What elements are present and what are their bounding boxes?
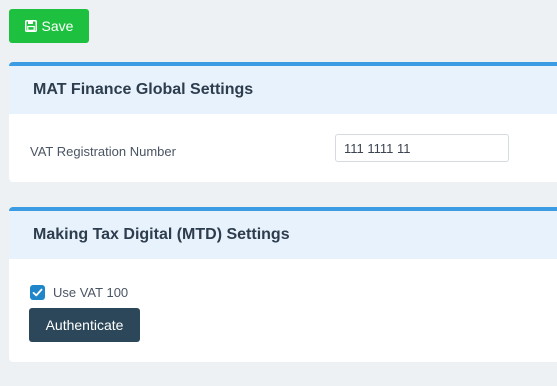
use-vat100-label: Use VAT 100 bbox=[53, 285, 129, 300]
vat-registration-input[interactable] bbox=[335, 134, 509, 162]
save-button-label: Save bbox=[41, 18, 74, 34]
checkmark-icon bbox=[32, 288, 43, 297]
use-vat100-checkbox[interactable] bbox=[30, 285, 45, 300]
mtd-settings-panel: Making Tax Digital (MTD) Settings Use VA… bbox=[9, 207, 557, 362]
global-settings-panel: MAT Finance Global Settings VAT Registra… bbox=[9, 62, 557, 182]
global-settings-header: MAT Finance Global Settings bbox=[9, 66, 557, 114]
use-vat100-row[interactable]: Use VAT 100 bbox=[30, 285, 128, 300]
vat-registration-label: VAT Registration Number bbox=[30, 144, 176, 159]
floppy-disk-icon bbox=[24, 20, 37, 32]
save-button[interactable]: Save bbox=[9, 9, 89, 43]
mtd-settings-header: Making Tax Digital (MTD) Settings bbox=[9, 211, 557, 259]
authenticate-button[interactable]: Authenticate bbox=[29, 308, 140, 342]
mtd-settings-title: Making Tax Digital (MTD) Settings bbox=[33, 226, 290, 243]
global-settings-title: MAT Finance Global Settings bbox=[33, 81, 254, 98]
